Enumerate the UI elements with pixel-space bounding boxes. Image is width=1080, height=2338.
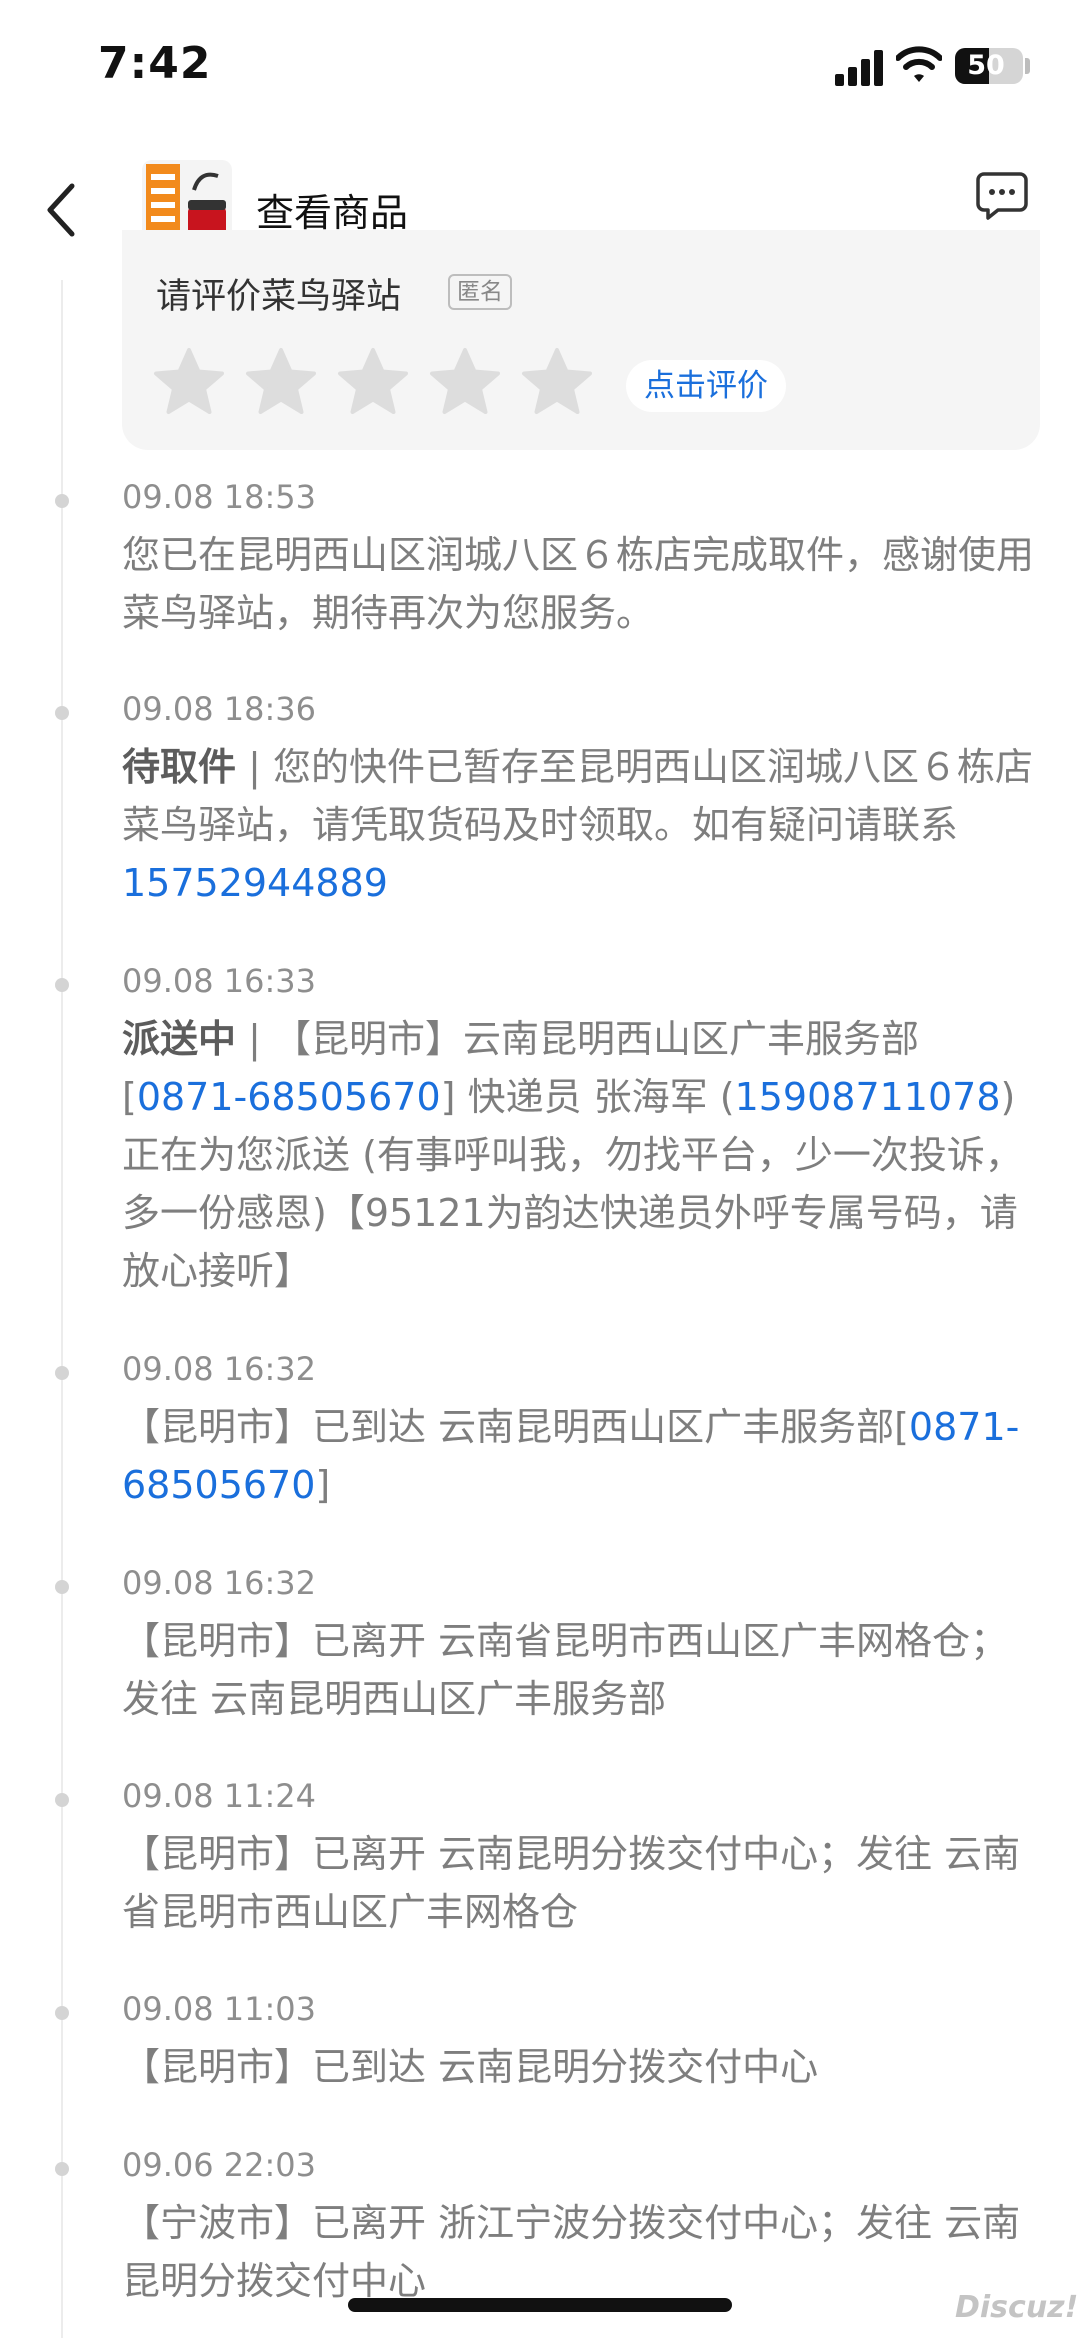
star-icon[interactable] (244, 346, 318, 420)
rating-card: 请评价菜鸟驿站 匿名 点击评价 (122, 230, 1040, 450)
entry-time: 09.08 11:03 (122, 1990, 316, 2028)
battery-percent: 50 (967, 50, 1005, 81)
timeline-dot (55, 1366, 69, 1380)
timeline-dot (55, 978, 69, 992)
entry-time: 09.08 16:32 (122, 1564, 316, 1602)
service-chat-icon (976, 172, 1028, 220)
wifi-icon (896, 46, 942, 82)
status-label: 派送中 (122, 1017, 237, 1061)
entry-time: 09.08 11:24 (122, 1777, 316, 1815)
entry-text: 【宁波市】已离开 浙江宁波分拨交付中心；发往 云南昆明分拨交付中心 (122, 2201, 1021, 2303)
star-icon[interactable] (520, 346, 594, 420)
entry-time: 09.08 18:36 (122, 690, 316, 728)
entry-text: 【昆明市】已到达 云南昆明分拨交付中心 (122, 2045, 819, 2089)
rate-button[interactable]: 点击评价 (626, 360, 786, 412)
entry-time: 09.08 16:32 (122, 1350, 316, 1388)
entry-text: 派送中 | 【昆明市】云南昆明西山区广丰服务部[0871-68505670] 快… (122, 1010, 1042, 1300)
star-icon[interactable] (152, 346, 226, 420)
watermark-logo: Discuz! (955, 2290, 1079, 2325)
timeline-dot (55, 706, 69, 720)
entry-text-part: 【昆明市】已到达 云南昆明西山区广丰服务部[ (122, 1405, 909, 1449)
entry-text-part: ] 快递员 张海军 ( (440, 1075, 735, 1119)
entry-time: 09.08 18:53 (122, 478, 316, 516)
page-title[interactable]: 查看商品 (256, 182, 408, 237)
anonymous-badge: 匿名 (448, 274, 512, 310)
timeline-dot (55, 1580, 69, 1594)
star-icon[interactable] (336, 346, 410, 420)
timeline-dot (55, 2006, 69, 2020)
phone-link[interactable]: 0871-68505670 (137, 1075, 441, 1119)
timeline-dot (55, 1793, 69, 1807)
entry-text-part: ] (315, 1463, 331, 1507)
rating-title: 请评价菜鸟驿站 (156, 277, 402, 317)
back-arrow-icon[interactable] (38, 180, 88, 240)
separator: | (236, 1017, 273, 1061)
timeline-dot (55, 2162, 69, 2176)
battery-cap (1025, 58, 1030, 74)
status-time: 7:42 (98, 38, 212, 89)
star-icon[interactable] (428, 346, 502, 420)
timeline-dot (55, 494, 69, 508)
signal-icon (835, 48, 885, 86)
status-label: 待取件 (122, 745, 237, 789)
entry-time: 09.06 22:03 (122, 2146, 316, 2184)
entry-text: 待取件 | 您的快件已暂存至昆明西山区润城八区６栋店菜鸟驿站，请凭取货码及时领取… (122, 738, 1042, 912)
phone-link[interactable]: 15908711078 (735, 1075, 1001, 1119)
status-bar: 7:42 50 (0, 0, 1080, 130)
entry-text: 【昆明市】已到达 云南昆明西山区广丰服务部[0871-68505670] (122, 1398, 1042, 1514)
separator: | (236, 745, 273, 789)
entry-text: 您已在昆明西山区润城八区６栋店完成取件，感谢使用菜鸟驿站，期待再次为您服务。 (122, 533, 1035, 635)
entry-text: 【昆明市】已离开 云南省昆明市西山区广丰网格仓；发往 云南昆明西山区广丰服务部 (122, 1619, 1009, 1721)
entry-text: 【昆明市】已离开 云南昆明分拨交付中心；发往 云南省昆明市西山区广丰网格仓 (122, 1832, 1021, 1934)
home-indicator[interactable] (348, 2298, 732, 2312)
phone-link[interactable]: 15752944889 (122, 861, 388, 905)
entry-time: 09.08 16:33 (122, 962, 316, 1000)
battery-icon: 50 (955, 48, 1023, 84)
timeline-line (61, 280, 63, 2338)
